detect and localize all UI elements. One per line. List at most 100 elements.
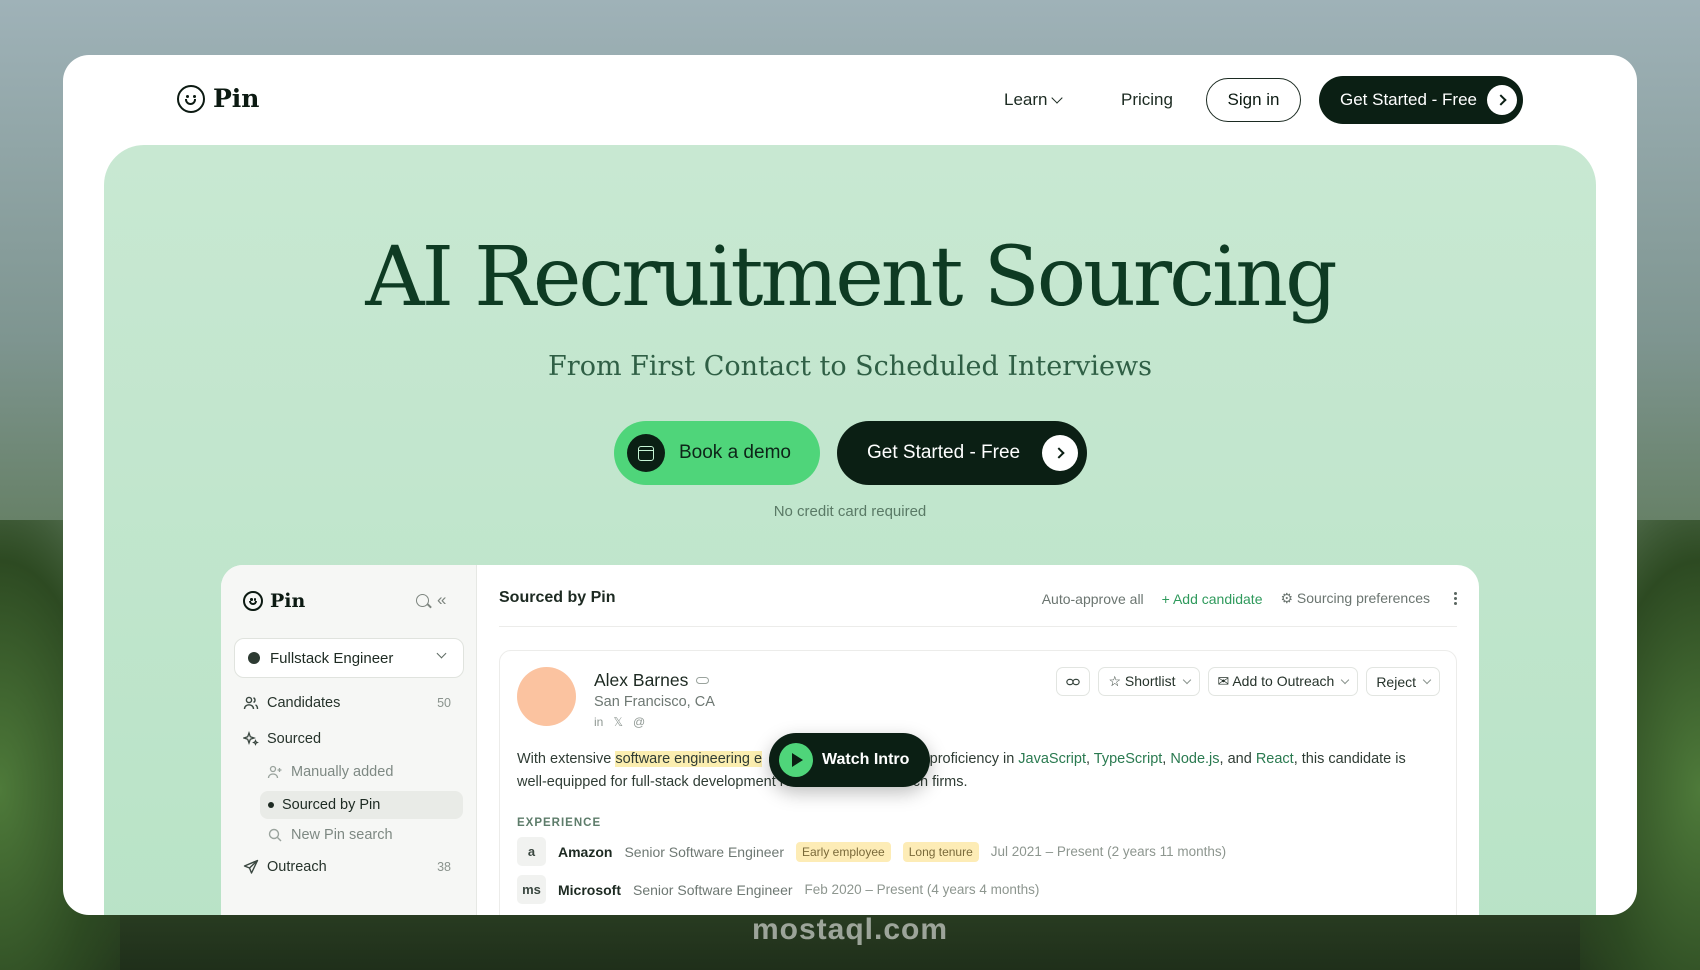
candidate-card: Alex Barnes San Francisco, CA in 𝕏 @ ☆ S… bbox=[499, 650, 1457, 915]
chevron-down-icon bbox=[436, 648, 447, 659]
sign-in-button[interactable]: Sign in bbox=[1206, 78, 1301, 122]
shortlist-label: ☆ Shortlist bbox=[1108, 673, 1176, 689]
skill-tag: TypeScript bbox=[1093, 751, 1163, 767]
users-icon bbox=[243, 696, 259, 710]
email-icon[interactable]: @ bbox=[633, 715, 645, 729]
hero-subtitle: From First Contact to Scheduled Intervie… bbox=[548, 351, 1152, 382]
sidebar-subitem-manually-added[interactable]: Manually added bbox=[267, 764, 393, 780]
link-icon[interactable] bbox=[696, 677, 710, 684]
sourcing-preferences-link[interactable]: ⚙ Sourcing preferences bbox=[1280, 590, 1430, 607]
chevron-down-icon bbox=[1051, 92, 1064, 104]
experience-dates: Jul 2021 – Present (2 years 11 months) bbox=[990, 844, 1227, 859]
chevron-down-icon bbox=[1341, 675, 1350, 684]
role-status-dot bbox=[248, 652, 260, 664]
divider bbox=[499, 626, 1457, 627]
experience-row: a Amazon Senior Software Engineer Early … bbox=[517, 837, 1226, 866]
book-demo-button[interactable]: Book a demo bbox=[614, 421, 820, 485]
nav-learn-label: Learn bbox=[1004, 90, 1048, 109]
candidate-name-row: Alex Barnes bbox=[594, 670, 710, 691]
sparkles-icon bbox=[243, 731, 259, 746]
smiley-logo-icon bbox=[243, 591, 263, 611]
app-logo: Pin bbox=[243, 590, 305, 612]
send-icon bbox=[243, 859, 259, 874]
company-name: Amazon bbox=[558, 843, 613, 860]
app-logo-text: Pin bbox=[270, 590, 306, 612]
summary-text: With extensive bbox=[517, 751, 616, 767]
reject-button[interactable]: Reject bbox=[1366, 667, 1440, 696]
chevron-down-icon bbox=[1422, 675, 1432, 684]
watch-intro-button[interactable]: Watch Intro bbox=[769, 733, 930, 787]
candidate-location: San Francisco, CA bbox=[594, 694, 715, 710]
company-name: Microsoft bbox=[558, 881, 621, 898]
hero-title: AI Recruitment Sourcing bbox=[365, 230, 1337, 325]
user-plus-icon bbox=[267, 765, 282, 779]
sidebar-subitem-label: New Pin search bbox=[291, 827, 393, 843]
top-nav: Pin Learn Pricing Sign in Get Started - … bbox=[63, 55, 1637, 145]
no-credit-card-note: No credit card required bbox=[773, 503, 927, 520]
chevron-down-icon bbox=[1182, 675, 1191, 684]
nav-learn-menu[interactable]: Learn bbox=[1004, 90, 1064, 110]
sidebar-item-outreach[interactable]: Outreach 38 bbox=[243, 859, 459, 875]
watch-intro-label: Watch Intro bbox=[822, 751, 910, 768]
collapse-sidebar-icon[interactable]: « bbox=[437, 590, 446, 610]
experience-heading: EXPERIENCE bbox=[517, 817, 602, 829]
sidebar-subitem-sourced-by-pin[interactable]: Sourced by Pin bbox=[260, 791, 463, 819]
search-icon[interactable] bbox=[416, 594, 429, 607]
sidebar-item-label: Sourced bbox=[267, 731, 322, 747]
job-title: Senior Software Engineer bbox=[633, 881, 793, 898]
reject-label: Reject bbox=[1376, 673, 1416, 690]
skill-tag: React bbox=[1255, 751, 1294, 767]
candidate-socials: in 𝕏 @ bbox=[594, 715, 645, 729]
outreach-count: 38 bbox=[437, 860, 451, 874]
hero-get-started-button[interactable]: Get Started - Free bbox=[837, 421, 1087, 485]
candidates-count: 50 bbox=[437, 696, 451, 710]
sidebar-subitem-new-pin-search[interactable]: New Pin search bbox=[267, 827, 393, 843]
smiley-logo-icon bbox=[177, 84, 205, 113]
app-main: Sourced by Pin Auto-approve all + Add ca… bbox=[477, 565, 1479, 915]
active-bullet-icon bbox=[268, 802, 274, 808]
book-demo-label: Book a demo bbox=[679, 442, 791, 463]
sidebar-item-label: Outreach bbox=[267, 859, 327, 875]
play-icon bbox=[779, 743, 813, 777]
experience-tag: Long tenure bbox=[902, 841, 979, 862]
nav-pricing-link[interactable]: Pricing bbox=[1121, 90, 1173, 110]
candidate-name[interactable]: Alex Barnes bbox=[594, 670, 688, 691]
logo[interactable]: Pin bbox=[177, 84, 259, 113]
sidebar-item-candidates[interactable]: Candidates 50 bbox=[243, 695, 459, 711]
x-twitter-icon[interactable]: 𝕏 bbox=[613, 715, 623, 729]
candidate-actions: ☆ Shortlist ✉ Add to Outreach Reject bbox=[1056, 667, 1440, 696]
avatar bbox=[517, 667, 576, 726]
shortlist-button[interactable]: ☆ Shortlist bbox=[1098, 667, 1200, 696]
copy-link-button[interactable] bbox=[1056, 667, 1091, 696]
more-options-icon[interactable] bbox=[1454, 597, 1457, 600]
hero-get-started-label: Get Started - Free bbox=[867, 442, 1021, 463]
arrow-right-icon bbox=[1487, 85, 1517, 115]
role-selector[interactable]: Fullstack Engineer bbox=[234, 638, 464, 678]
company-logo: ms bbox=[517, 875, 546, 904]
candidate-summary: With extensive software engineering e d … bbox=[517, 751, 1406, 790]
hero-section: AI Recruitment Sourcing From First Conta… bbox=[104, 145, 1596, 915]
nav-get-started-button[interactable]: Get Started - Free bbox=[1319, 76, 1523, 124]
arrow-right-icon bbox=[1042, 435, 1079, 471]
add-to-outreach-label: ✉ Add to Outreach bbox=[1217, 673, 1335, 689]
linkedin-icon[interactable]: in bbox=[594, 715, 603, 729]
page-title: Sourced by Pin bbox=[499, 589, 616, 606]
search-icon bbox=[268, 828, 282, 842]
watermark: mostaql.com bbox=[751, 913, 949, 946]
sidebar-subitem-label: Sourced by Pin bbox=[282, 797, 381, 813]
link-icon bbox=[1066, 678, 1081, 685]
calendar-icon bbox=[627, 434, 665, 472]
sidebar-item-sourced[interactable]: Sourced bbox=[243, 731, 459, 747]
sidebar-subitem-label: Manually added bbox=[291, 764, 394, 780]
main-actions: Auto-approve all + Add candidate ⚙ Sourc… bbox=[1042, 590, 1457, 607]
sidebar-item-label: Candidates bbox=[267, 695, 341, 711]
skill-tag: JavaScript bbox=[1018, 751, 1086, 767]
add-to-outreach-button[interactable]: ✉ Add to Outreach bbox=[1207, 667, 1359, 696]
company-logo: a bbox=[517, 837, 546, 866]
add-candidate-link[interactable]: + Add candidate bbox=[1162, 591, 1263, 607]
app-sidebar: Pin « Fullstack Engineer Candidates 50 S… bbox=[221, 565, 477, 915]
logo-text: Pin bbox=[213, 84, 260, 113]
role-selector-label: Fullstack Engineer bbox=[270, 649, 394, 667]
auto-approve-link[interactable]: Auto-approve all bbox=[1042, 591, 1144, 607]
nav-get-started-label: Get Started - Free bbox=[1340, 90, 1477, 109]
